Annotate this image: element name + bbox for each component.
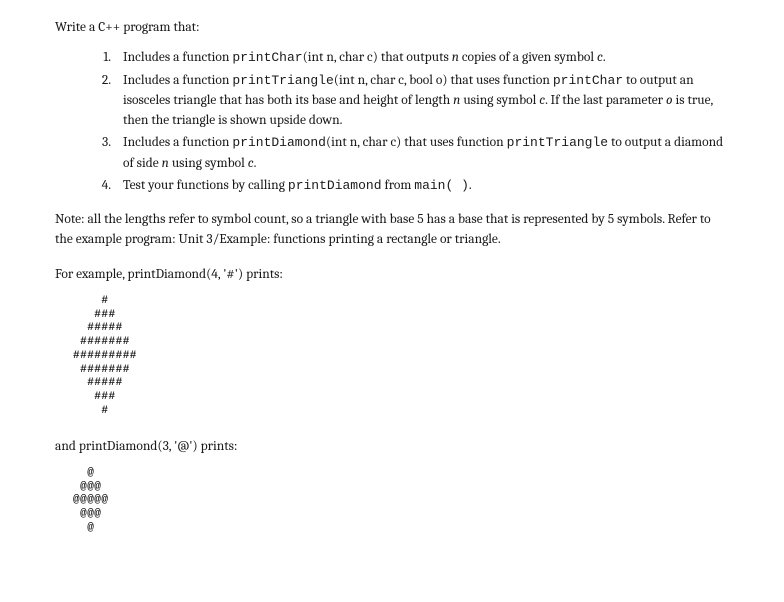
list-item-1: 1.Includes a function printChar(int n, c… xyxy=(95,48,724,68)
list-content: Test your functions by calling printDiam… xyxy=(123,176,724,196)
intro-text: Write a C++ program that: xyxy=(55,18,724,38)
diamond2-output: @ @@@ @@@@@ @@@ @ xyxy=(73,467,724,536)
list-number: 4. xyxy=(95,176,123,196)
diamond1-output: # ### ##### ####### ######### ####### ##… xyxy=(73,295,724,419)
example2-label: and printDiamond(3, '@') prints: xyxy=(55,437,724,457)
list-item-3: 3.Includes a function printDiamond(int n… xyxy=(95,133,724,174)
list-number: 3. xyxy=(95,133,123,174)
list-number: 1. xyxy=(95,48,123,68)
numbered-list: 1.Includes a function printChar(int n, c… xyxy=(55,48,724,196)
example1-label: For example, printDiamond(4, '#') prints… xyxy=(55,265,724,285)
list-content: Includes a function printChar(int n, cha… xyxy=(123,48,724,68)
list-item-2: 2.Includes a function printTriangle(int … xyxy=(95,71,724,132)
list-content: Includes a function printTriangle(int n,… xyxy=(123,71,724,132)
list-content: Includes a function printDiamond(int n, … xyxy=(123,133,724,174)
note-text: Note: all the lengths refer to symbol co… xyxy=(55,210,724,251)
list-number: 2. xyxy=(95,71,123,132)
list-item-4: 4.Test your functions by calling printDi… xyxy=(95,176,724,196)
